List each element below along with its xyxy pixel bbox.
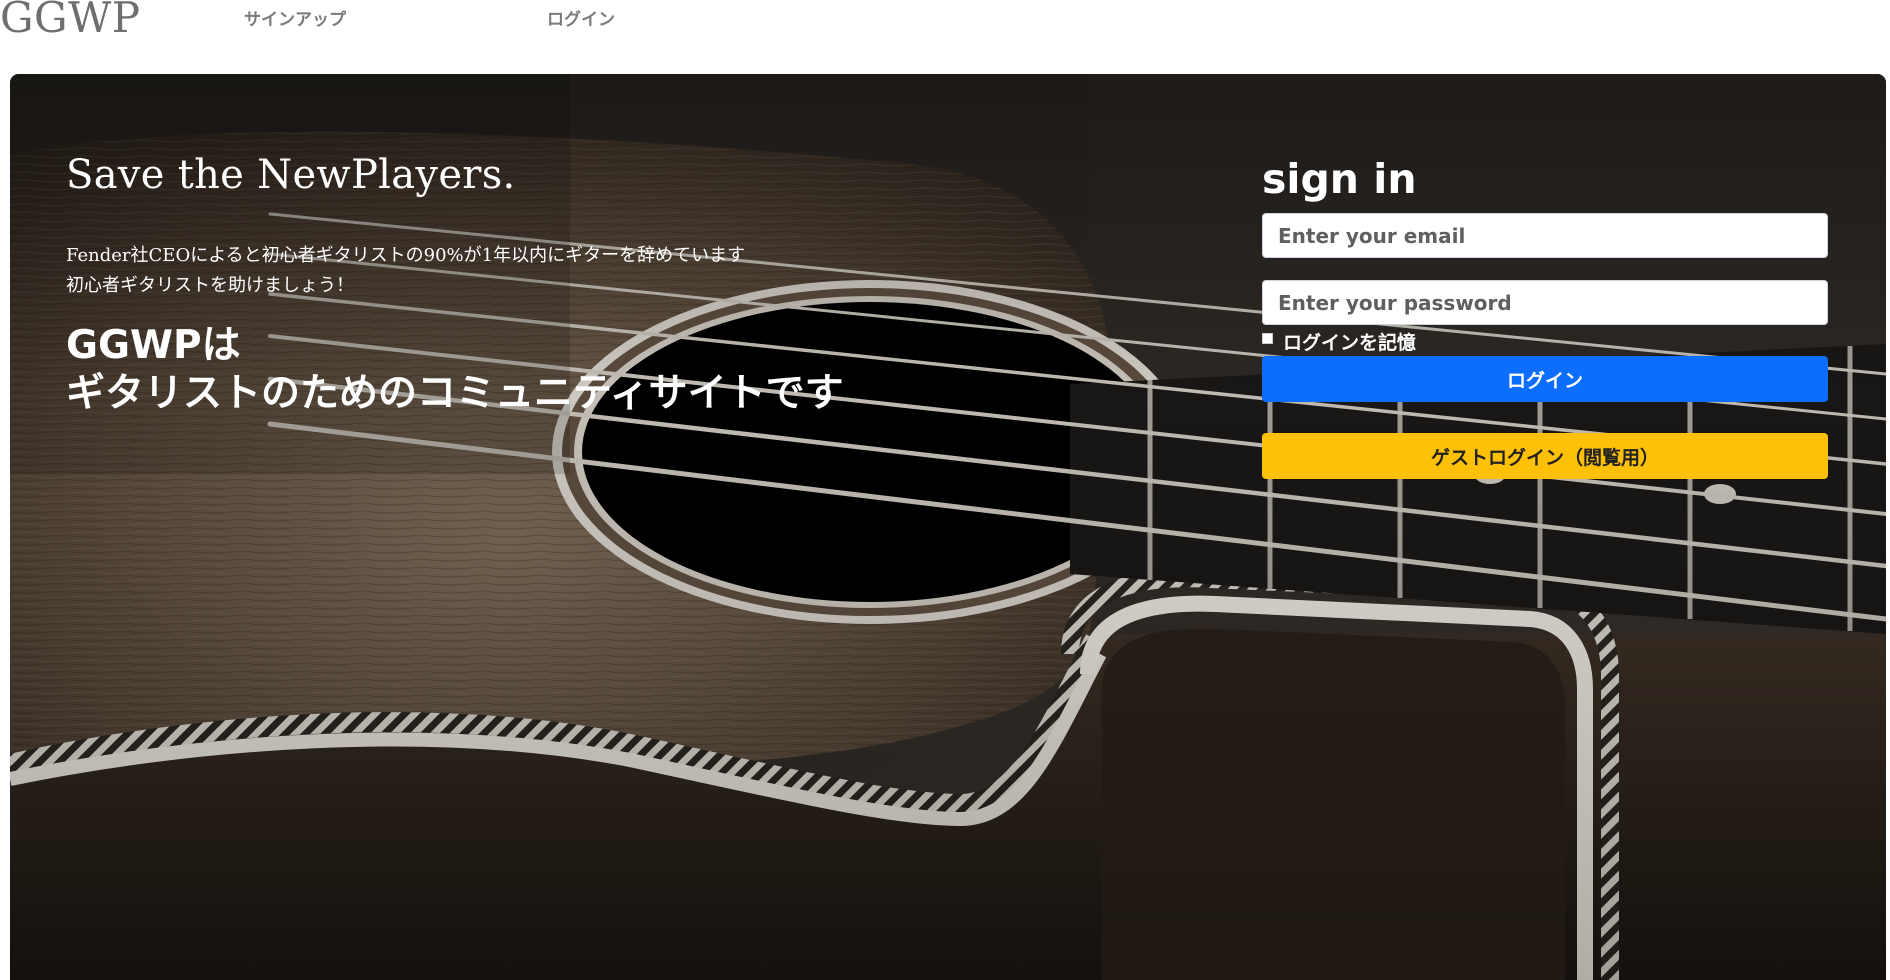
login-button[interactable]: ログイン [1262, 356, 1828, 402]
remember-me-checkbox[interactable] [1262, 332, 1273, 344]
hero-card: Save the NewPlayers. Fender社CEOによると初心者ギタ… [10, 74, 1886, 980]
nav-signup-link[interactable]: サインアップ [244, 9, 346, 31]
email-input[interactable] [1262, 213, 1828, 258]
hero-stat-line-2: 初心者ギタリストを助けましょう！ [66, 275, 354, 296]
hero-headline-line-1: GGWPは [66, 323, 241, 368]
nav-login-link[interactable]: ログイン [547, 9, 615, 31]
remember-me-label: ログインを記憶 [1283, 331, 1417, 354]
hero-headline-line-2: ギタリストのためのコミュニティサイトです [66, 371, 844, 416]
guitar-background-image [10, 74, 1886, 980]
signin-title: sign in [1262, 155, 1417, 203]
brand-logo[interactable]: GGWP [0, 0, 141, 40]
password-input[interactable] [1262, 280, 1828, 325]
hero-tagline: Save the NewPlayers. [66, 152, 516, 198]
hero-stat-line-1: Fender社CEOによると初心者ギタリストの90%が1年以内にギターを辞めてい… [66, 245, 746, 266]
top-navbar: GGWP サインアップ ログイン [0, 0, 1890, 74]
remember-me-option[interactable]: ログインを記憶 [1262, 328, 1416, 354]
guest-login-button[interactable]: ゲストログイン（閲覧用） [1262, 433, 1828, 479]
